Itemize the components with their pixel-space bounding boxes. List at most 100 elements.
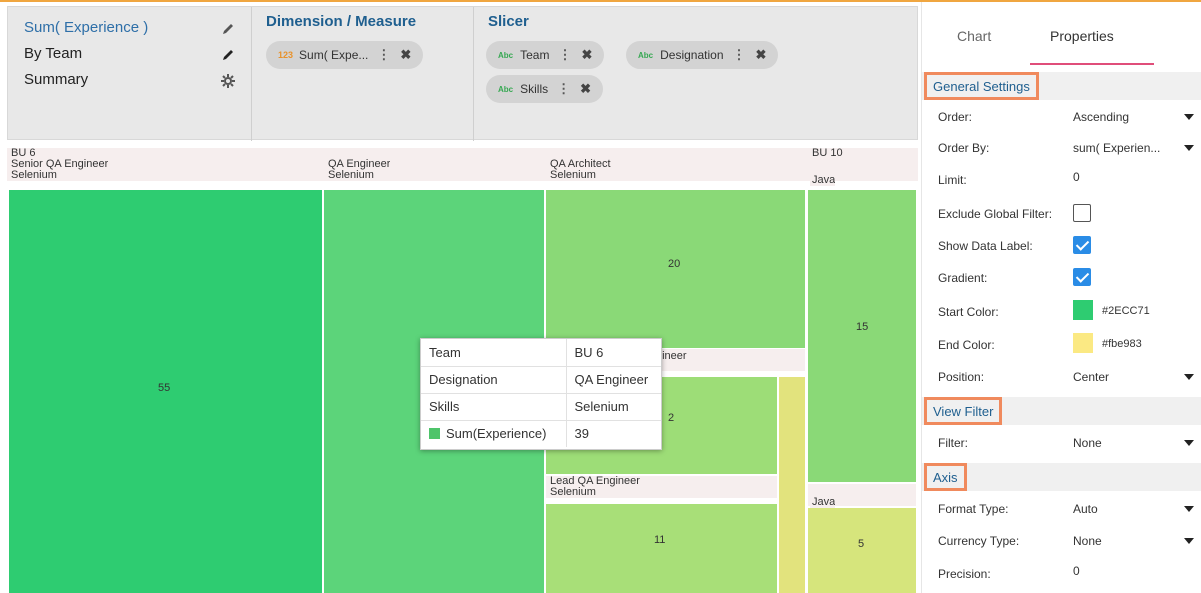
cell-value-label: 2 bbox=[668, 412, 675, 424]
treemap-cell-lead-qa[interactable] bbox=[546, 504, 777, 593]
cell-skill-label: Java bbox=[810, 497, 836, 508]
slicer-chip-designation[interactable]: Abc Designation ⋮ ✖ bbox=[626, 41, 779, 69]
section-title: Axis bbox=[924, 463, 967, 491]
treemap-cell-small[interactable] bbox=[779, 377, 805, 593]
tooltip-key: Skills bbox=[421, 393, 567, 421]
position-label: Position: bbox=[938, 370, 985, 384]
tooltip-row: Designation QA Engineer bbox=[421, 366, 661, 394]
chip-label: Designation bbox=[660, 48, 724, 62]
chip-label: Sum( Expe... bbox=[299, 48, 369, 62]
chevron-down-icon[interactable] bbox=[1184, 374, 1194, 380]
cell-value-label: 20 bbox=[668, 258, 681, 270]
gradient-row: Gradient: bbox=[922, 262, 1201, 293]
order-by-row: Order By: sum( Experien... bbox=[922, 132, 1201, 163]
chart-config-header: Sum( Experience ) By Team Summary Dimens… bbox=[7, 6, 919, 141]
measure-chip[interactable]: 123 Sum( Expe... ⋮ ✖ bbox=[266, 41, 424, 69]
show-data-label-checkbox[interactable] bbox=[1073, 236, 1091, 254]
order-select[interactable]: Ascending bbox=[1073, 110, 1193, 124]
dimension-measure-column: Dimension / Measure 123 Sum( Expe... ⋮ ✖ bbox=[252, 7, 474, 141]
treemap-tooltip: Team BU 6 Designation QA Engineer Skills… bbox=[420, 338, 662, 450]
cell-skill-label: Java bbox=[810, 175, 836, 186]
limit-input[interactable]: 0 bbox=[1073, 170, 1193, 184]
treemap-cell-bu10-java-2[interactable] bbox=[808, 508, 916, 593]
cell-designation-label: Senior QA Engineer bbox=[9, 159, 109, 170]
summary-item-summary[interactable]: Summary bbox=[24, 71, 88, 88]
precision-row: Precision: 0 bbox=[922, 558, 1201, 589]
order-label: Order: bbox=[938, 110, 973, 124]
tooltip-key: Sum(Experience) bbox=[421, 420, 567, 447]
chevron-down-icon[interactable] bbox=[1184, 538, 1194, 544]
label-strip bbox=[808, 484, 916, 495]
chevron-down-icon[interactable] bbox=[1184, 145, 1194, 151]
treemap-cell-bu10-java[interactable] bbox=[808, 190, 916, 482]
general-settings-section[interactable]: General Settings bbox=[922, 72, 1201, 100]
tooltip-row: Sum(Experience) 39 bbox=[421, 420, 661, 447]
tab-chart[interactable]: Chart bbox=[957, 28, 991, 44]
start-color-row: Start Color: #2ECC71 bbox=[922, 296, 1201, 327]
limit-row: Limit: 0 bbox=[922, 164, 1201, 195]
gear-icon[interactable] bbox=[220, 73, 236, 89]
end-color-value[interactable]: #fbe983 bbox=[1102, 338, 1142, 350]
slicer-column: Slicer Abc Team ⋮ ✖ Abc Designation ⋮ ✖ … bbox=[474, 7, 919, 141]
close-icon[interactable]: ✖ bbox=[400, 47, 411, 63]
close-icon[interactable]: ✖ bbox=[756, 47, 767, 63]
gradient-checkbox[interactable] bbox=[1073, 268, 1091, 286]
chevron-down-icon[interactable] bbox=[1184, 114, 1194, 120]
end-color-row: End Color: #fbe983 bbox=[922, 329, 1201, 360]
label-strip bbox=[7, 148, 918, 159]
label-strip bbox=[7, 159, 918, 170]
section-title: General Settings bbox=[924, 72, 1039, 100]
series-swatch bbox=[429, 428, 440, 440]
start-color-swatch[interactable] bbox=[1073, 300, 1093, 320]
show-data-label-row: Show Data Label: bbox=[922, 230, 1201, 261]
order-row: Order: Ascending bbox=[922, 101, 1201, 132]
chip-label: Team bbox=[520, 48, 550, 62]
summary-item-measure[interactable]: Sum( Experience ) bbox=[24, 19, 148, 36]
chevron-down-icon[interactable] bbox=[1184, 440, 1194, 446]
view-filter-section[interactable]: View Filter bbox=[922, 397, 1201, 425]
tooltip-value: 39 bbox=[574, 426, 589, 442]
order-by-select[interactable]: sum( Experien... bbox=[1073, 141, 1193, 155]
section-title: View Filter bbox=[924, 397, 1003, 425]
dimension-measure-title: Dimension / Measure bbox=[266, 13, 417, 30]
summary-item-by-team[interactable]: By Team bbox=[24, 45, 82, 62]
properties-panel: Chart Properties General Settings Order:… bbox=[921, 2, 1201, 593]
tooltip-value: Selenium bbox=[566, 393, 661, 421]
chip-label: Skills bbox=[520, 82, 549, 96]
format-type-select[interactable]: Auto bbox=[1073, 502, 1193, 516]
show-data-label-label: Show Data Label: bbox=[938, 239, 1033, 253]
format-type-row: Format Type: Auto bbox=[922, 493, 1201, 524]
axis-section[interactable]: Axis bbox=[922, 463, 1201, 491]
format-type-label: Format Type: bbox=[938, 502, 1009, 516]
start-color-value[interactable]: #2ECC71 bbox=[1102, 305, 1150, 317]
kebab-menu-icon[interactable]: ⋮ bbox=[558, 47, 571, 63]
currency-type-select[interactable]: None bbox=[1073, 534, 1193, 548]
end-color-swatch[interactable] bbox=[1073, 333, 1093, 353]
cell-value-label: 11 bbox=[654, 534, 666, 546]
chevron-down-icon[interactable] bbox=[1184, 506, 1194, 512]
panel-tabs: Chart Properties bbox=[922, 2, 1201, 66]
cell-designation-label: QA Engineer bbox=[326, 159, 391, 170]
exclude-global-filter-checkbox[interactable] bbox=[1073, 204, 1091, 222]
slicer-chip-team[interactable]: Abc Team ⋮ ✖ bbox=[486, 41, 605, 69]
pencil-icon[interactable] bbox=[220, 21, 236, 37]
kebab-menu-icon[interactable]: ⋮ bbox=[557, 81, 570, 97]
cell-team-label: BU 6 bbox=[9, 148, 36, 159]
cell-value-label: 5 bbox=[858, 538, 865, 550]
filter-select[interactable]: None bbox=[1073, 436, 1193, 450]
position-select[interactable]: Center bbox=[1073, 370, 1193, 384]
tooltip-key-text: Sum(Experience) bbox=[446, 426, 547, 442]
position-row: Position: Center bbox=[922, 361, 1201, 392]
pencil-icon[interactable] bbox=[220, 47, 236, 63]
tab-properties[interactable]: Properties bbox=[1050, 28, 1114, 44]
tooltip-value: QA Engineer bbox=[566, 366, 661, 394]
cell-skill-label: Selenium bbox=[548, 170, 596, 181]
precision-input[interactable]: 0 bbox=[1073, 564, 1193, 578]
filter-row: Filter: None bbox=[922, 427, 1201, 458]
kebab-menu-icon[interactable]: ⋮ bbox=[377, 47, 390, 63]
gradient-label: Gradient: bbox=[938, 271, 988, 285]
kebab-menu-icon[interactable]: ⋮ bbox=[733, 47, 746, 63]
slicer-chip-skills[interactable]: Abc Skills ⋮ ✖ bbox=[486, 75, 604, 103]
close-icon[interactable]: ✖ bbox=[580, 81, 591, 97]
close-icon[interactable]: ✖ bbox=[581, 47, 592, 63]
